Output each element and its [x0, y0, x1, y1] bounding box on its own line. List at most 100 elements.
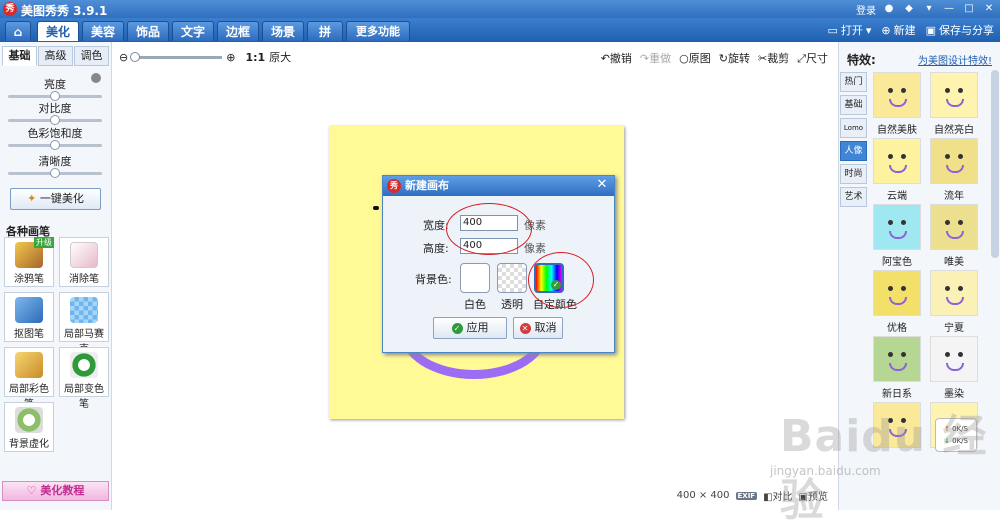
tab-accessories[interactable]: 饰品 [127, 21, 169, 41]
effect-thumbnail[interactable]: 流年 [930, 138, 978, 202]
brightness-slider[interactable]: 亮度 [8, 78, 102, 101]
tutorial-button[interactable]: ♡ 美化教程 [2, 481, 109, 501]
login-link[interactable]: 登录 [856, 2, 876, 17]
category-art[interactable]: 艺术 [840, 187, 867, 207]
effect-thumbnail[interactable]: 宁夏 [930, 270, 978, 334]
close-icon[interactable]: ✕ [594, 177, 610, 193]
effect-thumbnail[interactable]: 优格 [873, 270, 921, 334]
zoom-out-icon[interactable]: ⊖ [119, 51, 128, 64]
contrast-slider[interactable]: 对比度 [8, 102, 102, 125]
cancel-circle-icon: ✕ [519, 322, 531, 334]
maximize-icon[interactable]: □ [962, 3, 976, 16]
category-portrait[interactable]: 人像 [840, 141, 867, 161]
heart-icon: ♡ [26, 484, 37, 497]
effect-thumbnail[interactable]: 唯美 [930, 204, 978, 268]
rotate-button[interactable]: ↻旋转 [719, 50, 750, 66]
bg-white-swatch[interactable] [460, 263, 490, 293]
dialog-header: 秀 新建画布 ✕ [383, 176, 614, 196]
zoom-in-icon[interactable]: ⊕ [226, 51, 235, 64]
tab-text[interactable]: 文字 [172, 21, 214, 41]
subtab-advanced[interactable]: 高级 [38, 46, 73, 66]
cutout-brush-button[interactable]: 抠图笔 [4, 292, 54, 342]
design-effect-link[interactable]: 为美图设计特效! [918, 52, 992, 67]
bg-transparent-swatch[interactable] [497, 263, 527, 293]
mosaic-icon [70, 297, 98, 323]
main-nav: ⌂ 美化 美容 饰品 文字 边框 场景 拼图 更多功能 ▾ ▭打开▾ ⊕新建 ▣… [0, 18, 1000, 59]
tab-frame[interactable]: 边框 [217, 21, 259, 41]
category-basic[interactable]: 基础 [840, 95, 867, 115]
app-logo-icon: 秀 [387, 179, 401, 193]
exif-badge[interactable]: EXIF [735, 491, 758, 500]
paintbrush-icon [15, 352, 43, 378]
recolor-brush-button[interactable]: 局部变色笔 [59, 347, 109, 410]
eraser-brush-button[interactable]: 消除笔 [59, 237, 109, 287]
effect-label: 唯美 [944, 257, 964, 268]
compare-icon: ◧ [763, 492, 773, 503]
category-lomo[interactable]: Lomo [840, 118, 867, 138]
height-unit-label: 像素 [524, 242, 546, 255]
subtab-tone[interactable]: 调色 [74, 46, 109, 66]
effect-label: 自然美肤 [877, 125, 917, 136]
effect-thumbnail[interactable]: 新日系 [873, 336, 921, 400]
original-button[interactable]: ○原图 [679, 50, 711, 66]
open-button[interactable]: ▭ 打开 ▾ [827, 22, 871, 38]
effect-label: 阿宝色 [882, 257, 912, 268]
bg-white-label: 白色 [464, 298, 486, 311]
effect-preview [873, 72, 921, 118]
zoom-ratio[interactable]: 1:1 [245, 51, 265, 64]
effects-scrollbar[interactable] [991, 70, 999, 258]
category-hot[interactable]: 热门 [840, 72, 867, 92]
minimize-icon[interactable]: — [942, 3, 956, 16]
subtab-basic[interactable]: 基础 [2, 46, 37, 66]
dialog-title: 新建画布 [405, 179, 449, 192]
doodle-stroke [373, 206, 379, 210]
saturation-slider[interactable]: 色彩饱和度 [8, 127, 102, 150]
redo-button[interactable]: ↷重做 [640, 50, 671, 66]
category-fashion[interactable]: 时尚 [840, 164, 867, 184]
effect-preview [873, 138, 921, 184]
cancel-button[interactable]: ✕ 取消 [513, 317, 563, 339]
sharpness-slider[interactable]: 清晰度 [8, 155, 102, 178]
image-dimensions: 400 × 400 [676, 490, 730, 501]
effect-preview [873, 270, 921, 316]
tab-beautify[interactable]: 美化 [37, 21, 79, 41]
tab-beauty[interactable]: 美容 [82, 21, 124, 41]
home-tab[interactable]: ⌂ [5, 21, 31, 41]
tab-scene[interactable]: 场景 [262, 21, 304, 41]
color-brush-button[interactable]: 局部彩色笔 [4, 347, 54, 410]
new-button[interactable]: ⊕ 新建 [881, 22, 915, 38]
doodle-brush-button[interactable]: 涂鸦笔 升级 [4, 237, 54, 287]
status-bar: 400 × 400 EXIF ◧对比 ▣预览 [113, 480, 838, 510]
skin-icon[interactable]: ◆ [902, 3, 916, 16]
background-blur-button[interactable]: 背景虚化 [4, 402, 54, 452]
bg-transparent-label: 透明 [501, 298, 523, 311]
tab-collage[interactable]: 拼图 [307, 21, 343, 59]
app-logo-icon: 秀 [3, 2, 17, 16]
effect-thumbnail[interactable]: 自然亮白 [930, 72, 978, 136]
rotate-icon: ↻ [718, 52, 728, 65]
save-share-button[interactable]: ▣ 保存与分享 [926, 22, 994, 38]
size-button[interactable]: ⤢尺寸 [797, 50, 828, 66]
annotation-circle-color [528, 252, 594, 308]
background-label: 背景色: [415, 273, 452, 286]
effect-thumbnail[interactable]: 阿宝色 [873, 204, 921, 268]
tab-more[interactable]: 更多功能 ▾ [346, 21, 410, 58]
menu-icon[interactable]: ▾ [922, 3, 936, 16]
upgrade-badge: 升级 [34, 237, 54, 248]
undo-button[interactable]: ↶撤销 [601, 50, 632, 66]
zoom-slider[interactable] [130, 51, 223, 62]
title-bar: 秀 美图秀秀 3.9.1 登录 ● ◆ ▾ — □ ✕ [0, 0, 1000, 18]
mosaic-brush-button[interactable]: 局部马赛克 [59, 292, 109, 355]
close-icon[interactable]: ✕ [982, 3, 996, 16]
eraser-icon [70, 242, 98, 268]
effect-thumbnail[interactable]: 自然美肤 [873, 72, 921, 136]
circle-icon: ○ [679, 52, 689, 65]
effect-label: 流年 [944, 191, 964, 202]
one-key-beautify-button[interactable]: ✦ 一键美化 [10, 188, 101, 210]
effect-thumbnail[interactable]: 墨染 [930, 336, 978, 400]
home-icon: ⌂ [13, 25, 23, 39]
qq-icon[interactable]: ● [882, 3, 896, 16]
crop-button[interactable]: ✂裁剪 [758, 50, 789, 66]
effect-thumbnail[interactable]: 云端 [873, 138, 921, 202]
apply-button[interactable]: ✓ 应用 [433, 317, 507, 339]
